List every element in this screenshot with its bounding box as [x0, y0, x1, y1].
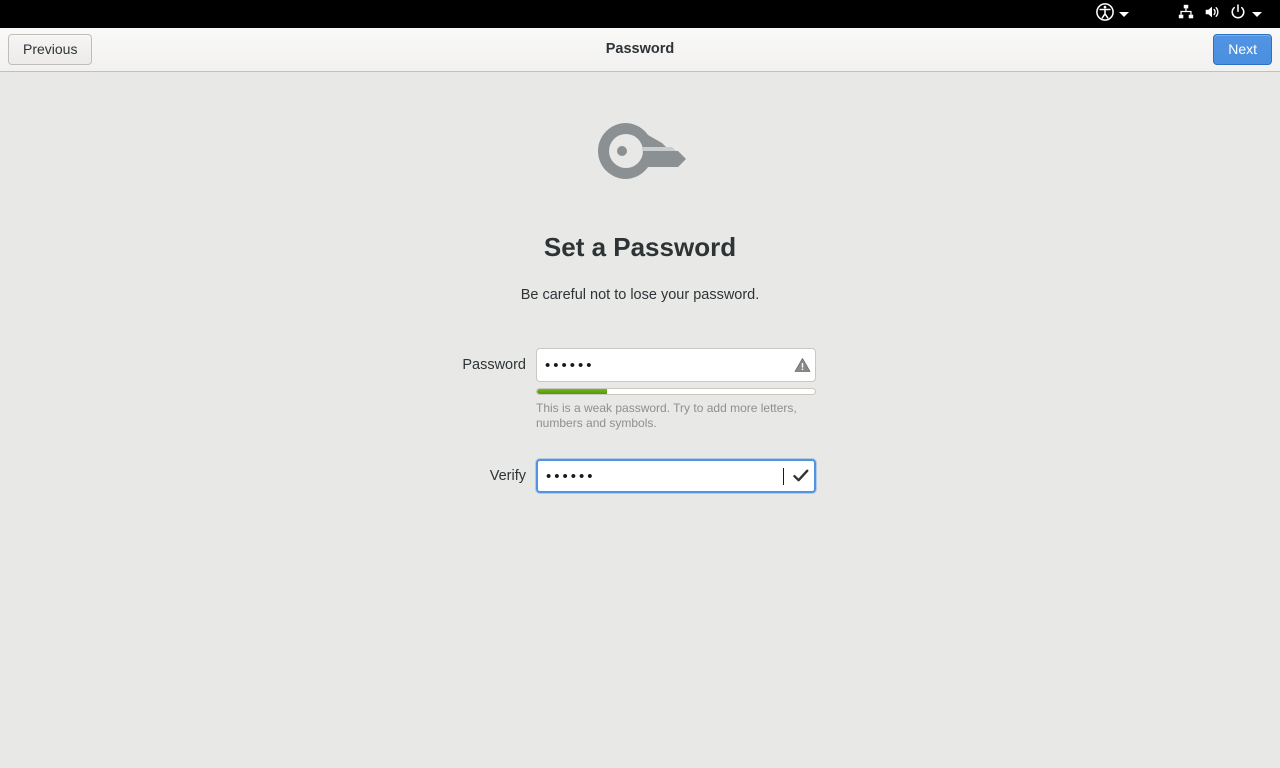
accessibility-icon — [1096, 2, 1114, 26]
header-bar: Previous Password Next — [0, 28, 1280, 72]
password-input-value: •••••• — [545, 357, 595, 373]
network-icon — [1177, 3, 1195, 26]
password-strength-hint: This is a weak password. Try to add more… — [536, 401, 797, 430]
volume-icon-button[interactable] — [1199, 0, 1225, 28]
volume-icon — [1203, 3, 1221, 26]
password-field-label: Password — [462, 357, 526, 373]
verify-field-label: Verify — [489, 468, 526, 484]
system-top-bar — [0, 0, 1280, 28]
next-button[interactable]: Next — [1213, 34, 1272, 65]
text-cursor — [783, 467, 784, 485]
password-strength-block: This is a weak password. Try to add more… — [536, 388, 816, 431]
key-icon — [592, 117, 688, 192]
main-content: Set a Password Be careful not to lose yo… — [0, 72, 1280, 768]
tray-spacer — [1135, 14, 1173, 15]
page-subtitle: Be careful not to lose your password. — [520, 287, 760, 303]
power-icon-button[interactable] — [1225, 0, 1268, 28]
chevron-down-icon — [1119, 11, 1129, 17]
password-strength-fill — [537, 389, 607, 394]
status-menu-button[interactable] — [1173, 0, 1268, 28]
check-icon — [788, 469, 814, 483]
password-input[interactable]: •••••• — [536, 348, 816, 382]
page-title: Set a Password — [543, 232, 737, 262]
warning-icon — [789, 357, 815, 373]
power-icon — [1229, 3, 1247, 26]
accessibility-menu-button[interactable] — [1092, 0, 1135, 28]
verify-field-row: Verify •••••• — [360, 459, 816, 493]
chevron-down-icon — [1252, 11, 1262, 17]
verify-input-value: •••••• — [546, 468, 596, 484]
password-strength-bar — [536, 388, 816, 395]
network-icon-button[interactable] — [1173, 0, 1199, 28]
password-field-row: Password •••••• — [360, 348, 816, 382]
key-icon-container — [0, 117, 1280, 192]
verify-input[interactable]: •••••• — [536, 459, 816, 493]
page-header-title: Password — [605, 41, 675, 57]
